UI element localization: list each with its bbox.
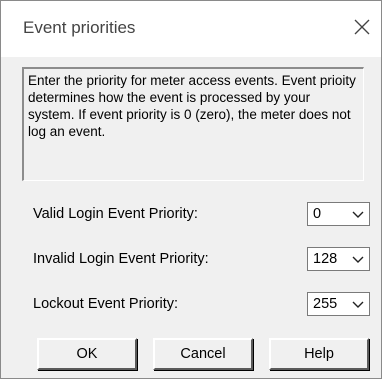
dialog-title: Event priorities	[23, 18, 136, 37]
valid-login-priority-select[interactable]: 0	[307, 202, 370, 226]
invalid-login-priority-label: Invalid Login Event Priority:	[33, 251, 209, 267]
title-bar: Event priorities	[1, 1, 381, 57]
event-priorities-dialog: Event priorities Enter the priority for …	[0, 0, 382, 379]
cancel-button[interactable]: Cancel	[153, 338, 253, 370]
help-button[interactable]: Help	[269, 338, 369, 370]
chevron-down-icon	[352, 211, 364, 218]
invalid-login-priority-value: 128	[313, 251, 338, 267]
close-button[interactable]	[351, 16, 373, 38]
info-text-box: Enter the priority for meter access even…	[22, 67, 364, 181]
chevron-down-icon	[352, 256, 364, 263]
valid-login-priority-value: 0	[313, 206, 322, 222]
ok-button[interactable]: OK	[37, 338, 137, 370]
valid-login-priority-label: Valid Login Event Priority:	[33, 206, 198, 222]
lockout-priority-label: Lockout Event Priority:	[33, 296, 179, 312]
lockout-priority-value: 255	[313, 296, 338, 312]
lockout-priority-select[interactable]: 255	[307, 292, 370, 316]
close-icon	[354, 19, 370, 35]
chevron-down-icon	[352, 301, 364, 308]
invalid-login-priority-select[interactable]: 128	[307, 247, 370, 271]
